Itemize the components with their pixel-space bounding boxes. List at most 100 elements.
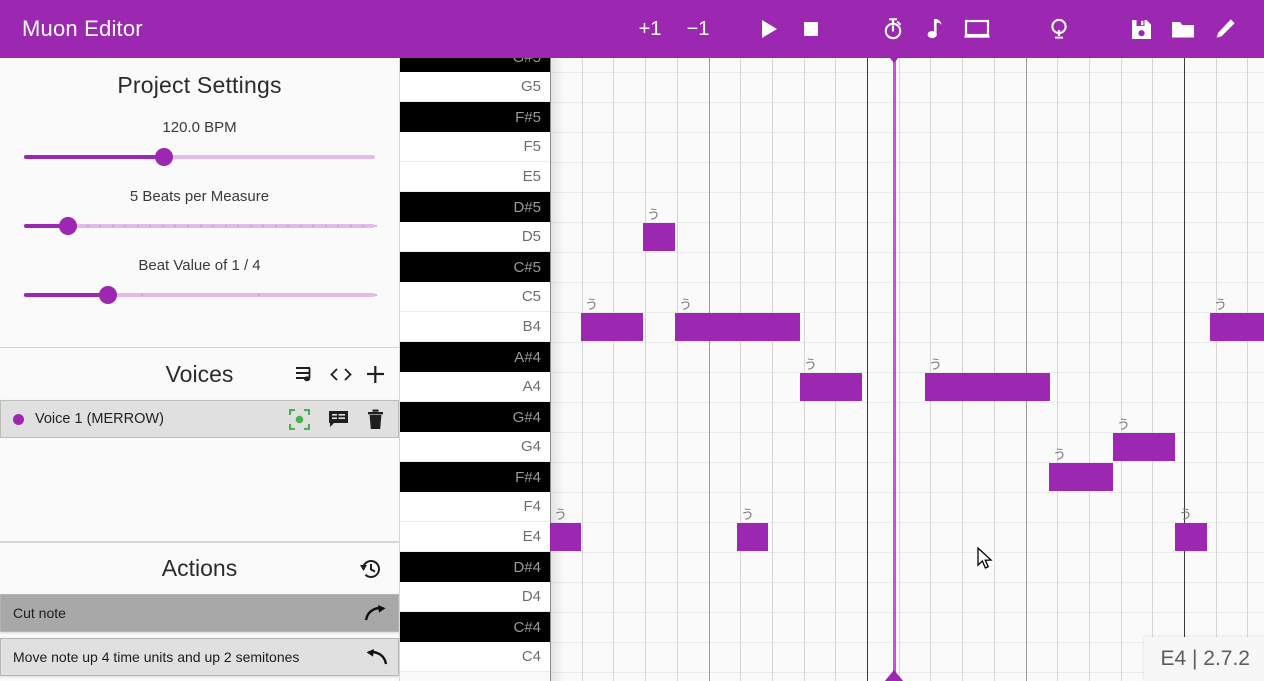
open-folder-button[interactable] — [1162, 8, 1204, 50]
bpm-slider[interactable] — [24, 146, 375, 168]
beats-per-measure-slider[interactable] — [24, 215, 377, 237]
piano-key-E4[interactable]: E4 — [400, 522, 550, 552]
voice-name-label: Voice 1 (MERROW) — [35, 411, 164, 427]
slider-tick — [324, 225, 327, 227]
action-row[interactable]: Cut note — [0, 594, 399, 632]
piano-key-label: A4 — [522, 378, 541, 395]
piano-key-Fsharp4[interactable]: F#4 — [400, 462, 550, 492]
piano-key-Gsharp4[interactable]: G#4 — [400, 402, 550, 432]
redo-icon[interactable] — [364, 604, 388, 622]
piano-key-F4[interactable]: F4 — [400, 492, 550, 522]
beat-value-slider-group: Beat Value of 1 / 4 — [0, 257, 399, 306]
slider-tick — [258, 294, 260, 296]
note-block[interactable] — [925, 373, 1050, 401]
piano-key-B4[interactable]: B4 — [400, 312, 550, 342]
stop-icon — [804, 22, 818, 36]
transpose-up-button[interactable]: +1 — [626, 8, 674, 50]
piano-key-Csharp5[interactable]: C#5 — [400, 252, 550, 282]
note-block[interactable] — [1049, 463, 1113, 491]
grid-column-line — [1089, 58, 1090, 681]
undo-icon[interactable] — [364, 648, 388, 666]
note-lyric-label: う — [1214, 297, 1228, 312]
grid-left-shadow — [550, 58, 564, 681]
grid-column-lines — [550, 58, 1264, 681]
grid-column-line — [1026, 58, 1027, 681]
plus-icon[interactable] — [366, 365, 385, 384]
note-block[interactable] — [1113, 433, 1175, 461]
edit-pencil-button[interactable] — [1204, 8, 1246, 50]
piano-key-Gsharp5[interactable]: G#5 — [400, 58, 550, 72]
toolbar-file-group — [1120, 8, 1246, 50]
piano-key-C4[interactable]: C4 — [400, 642, 550, 672]
focus-icon[interactable] — [289, 408, 310, 430]
slider-tick — [86, 225, 89, 227]
piano-key-Csharp4[interactable]: C#4 — [400, 612, 550, 642]
note-block[interactable] — [1175, 523, 1207, 551]
note-button[interactable] — [914, 8, 956, 50]
grid-column-line — [645, 58, 646, 681]
playlist-icon[interactable] — [296, 366, 316, 383]
comment-icon[interactable] — [328, 410, 349, 428]
beat-value-slider-thumb[interactable] — [99, 286, 118, 304]
voice-color-dot — [13, 413, 24, 425]
code-icon[interactable] — [330, 367, 352, 382]
beats-slider-thumb[interactable] — [58, 217, 77, 235]
piano-key-Asharp4[interactable]: A#4 — [400, 342, 550, 372]
piano-key-label: D#4 — [513, 558, 541, 576]
piano-key-Dsharp5[interactable]: D#5 — [400, 192, 550, 222]
piano-key-D4[interactable]: D4 — [400, 582, 550, 612]
playhead-top-marker[interactable] — [881, 58, 907, 63]
piano-key-F5[interactable]: F5 — [400, 132, 550, 162]
screen-button[interactable] — [956, 8, 998, 50]
left-sidebar: Project Settings 120.0 BPM 5 Beats per M… — [0, 58, 400, 681]
note-block[interactable] — [643, 223, 675, 251]
piano-key-label: A#4 — [514, 348, 541, 366]
beat-value-slider[interactable] — [24, 284, 377, 306]
lightbulb-icon — [1051, 18, 1067, 39]
stop-button[interactable] — [790, 8, 832, 50]
piano-key-label: C#5 — [513, 258, 541, 276]
piano-key-G4[interactable]: G4 — [400, 432, 550, 462]
play-button[interactable] — [748, 8, 790, 50]
note-block[interactable] — [550, 523, 581, 551]
grid-column-line — [772, 58, 773, 681]
piano-key-Fsharp5[interactable]: F#5 — [400, 102, 550, 132]
voice-list-item[interactable]: Voice 1 (MERROW) — [0, 400, 399, 438]
slider-tick — [299, 225, 302, 227]
bpm-slider-fill — [24, 155, 165, 159]
piano-key-D5[interactable]: D5 — [400, 222, 550, 252]
piano-key-A4[interactable]: A4 — [400, 372, 550, 402]
note-lyric-label: う — [1179, 507, 1193, 522]
note-block[interactable] — [737, 523, 768, 551]
grid-column-line — [835, 58, 836, 681]
grid-column-line — [582, 58, 583, 681]
playhead-bottom-marker[interactable] — [884, 670, 904, 681]
note-block[interactable] — [800, 373, 862, 401]
piano-key-label: F4 — [523, 498, 541, 515]
note-block[interactable] — [581, 313, 643, 341]
beat-value-slider-fill — [24, 293, 109, 297]
action-row[interactable]: Move note up 4 time units and up 2 semit… — [0, 638, 399, 676]
bpm-slider-thumb[interactable] — [155, 148, 174, 166]
note-lyric-label: う — [585, 297, 599, 312]
transpose-down-button[interactable]: −1 — [674, 8, 722, 50]
grid-column-line — [677, 58, 678, 681]
note-grid[interactable]: ううううううううううう — [550, 58, 1264, 681]
piano-key-E5[interactable]: E5 — [400, 162, 550, 192]
grid-column-line — [962, 58, 963, 681]
trash-icon[interactable] — [367, 409, 384, 430]
action-label: Cut note — [13, 605, 66, 621]
metronome-button[interactable] — [872, 8, 914, 50]
piano-key-G5[interactable]: G5 — [400, 72, 550, 102]
playhead[interactable] — [881, 58, 907, 681]
piano-key-C5[interactable]: C5 — [400, 282, 550, 312]
save-button[interactable] — [1120, 8, 1162, 50]
history-icon[interactable] — [359, 557, 383, 586]
project-settings-title: Project Settings — [117, 72, 282, 98]
note-block[interactable] — [675, 313, 800, 341]
note-block[interactable] — [1210, 313, 1264, 341]
lightbulb-button[interactable] — [1038, 8, 1080, 50]
piano-key-Dsharp4[interactable]: D#4 — [400, 552, 550, 582]
actions-title: Actions — [161, 555, 238, 581]
grid-bar-line — [867, 58, 868, 681]
